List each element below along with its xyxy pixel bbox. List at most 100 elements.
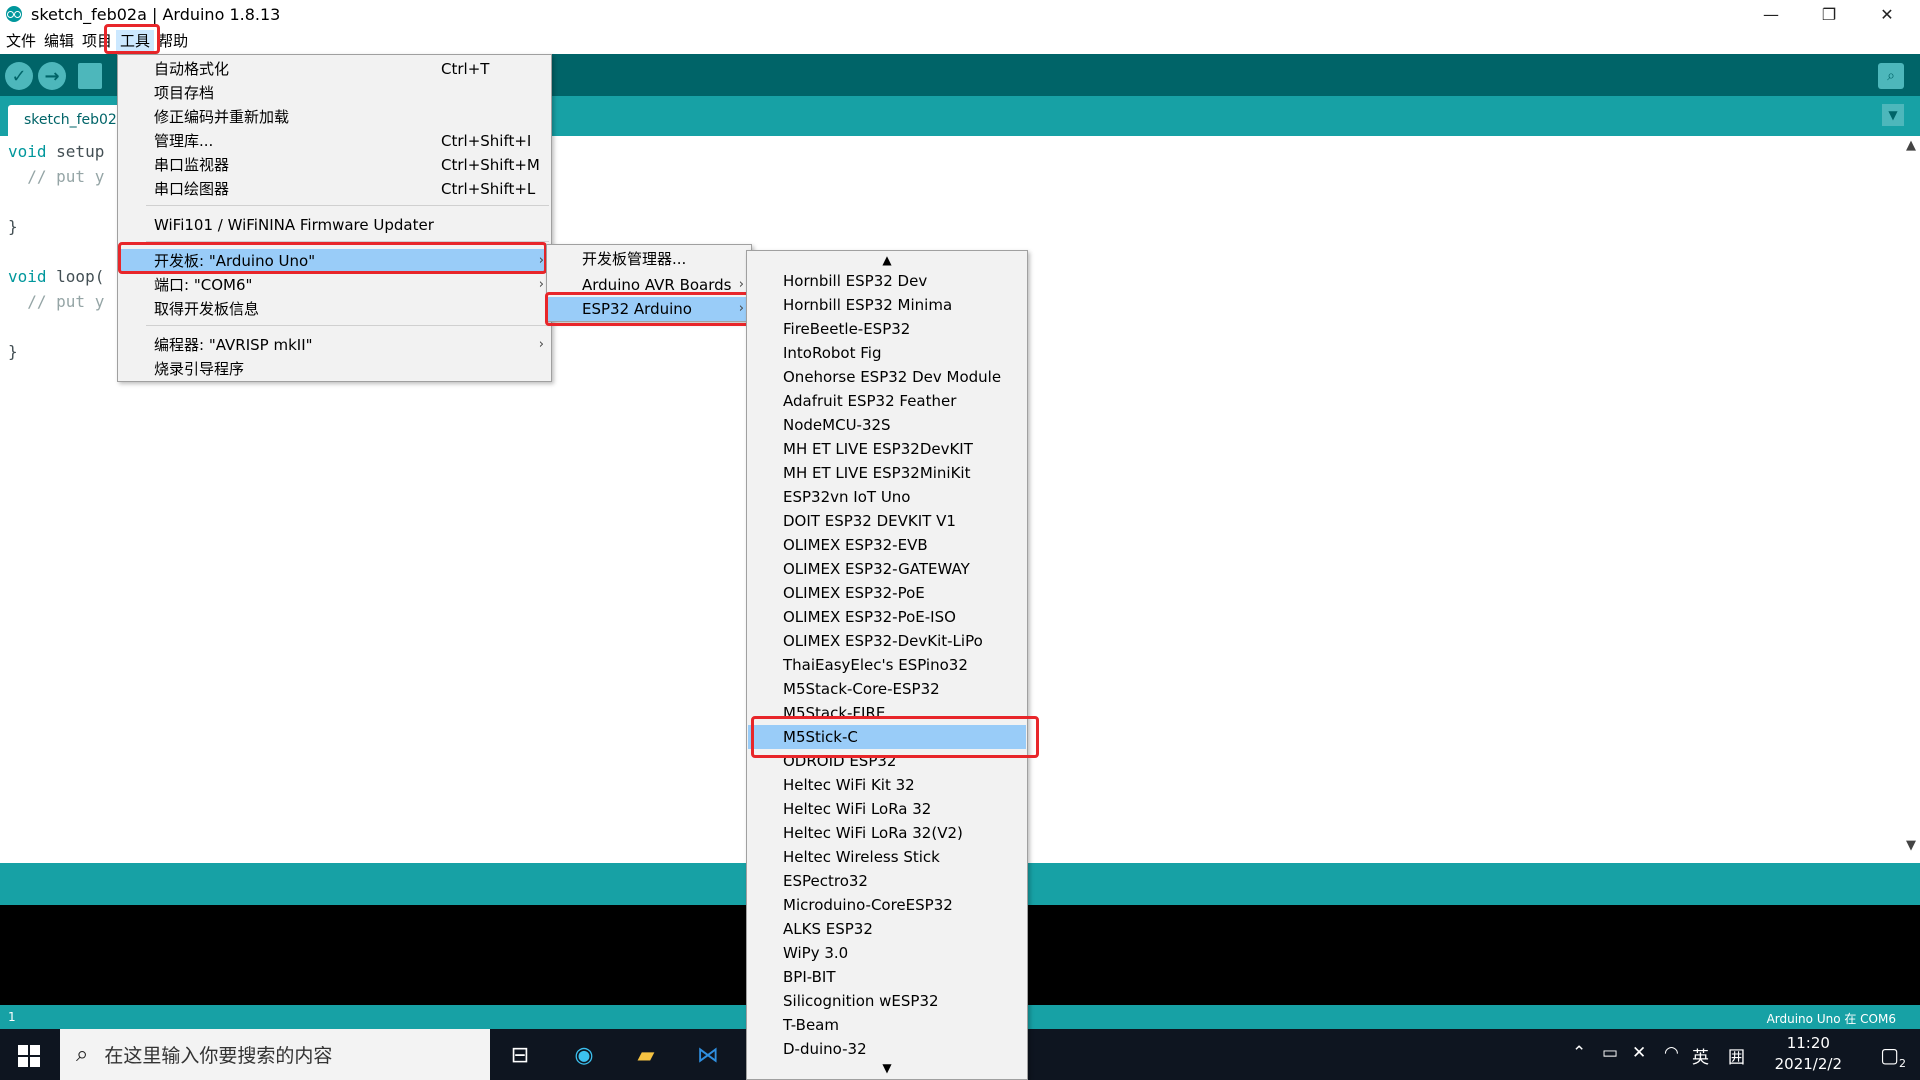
serial-monitor-button[interactable]: ⌕ (1878, 63, 1904, 89)
arduino-logo-icon (6, 6, 22, 22)
board-item[interactable]: T-Beam (748, 1013, 1026, 1037)
menu-item-serial-plotter[interactable]: 串口绘图器 Ctrl+Shift+L (119, 177, 550, 201)
volume-muted-icon[interactable]: ✕ (1632, 1043, 1646, 1063)
tray-expand-icon[interactable]: ⌃ (1572, 1043, 1586, 1063)
board-item[interactable]: ThaiEasyElec's ESPino32 (748, 653, 1026, 677)
menu-sketch[interactable]: 项目 (78, 30, 116, 52)
board-item[interactable]: BPI-BIT (748, 965, 1026, 989)
ime-mode-icon[interactable]: 囲 (1728, 1043, 1745, 1068)
menu-item-auto-format[interactable]: 自动格式化 Ctrl+T (119, 57, 550, 81)
tab-sketch[interactable]: sketch_feb02a (8, 105, 128, 136)
board-item[interactable]: Hornbill ESP32 Minima (748, 293, 1026, 317)
board-item[interactable]: M5Stack-Core-ESP32 (748, 677, 1026, 701)
board-item[interactable]: ODROID ESP32 (748, 749, 1026, 773)
scroll-up-arrow-icon[interactable]: ▲ (1906, 138, 1916, 153)
code-line: // put y (8, 292, 105, 311)
board-item[interactable]: Hornbill ESP32 Dev (748, 269, 1026, 293)
board-item[interactable]: Onehorse ESP32 Dev Module (748, 365, 1026, 389)
menu-help[interactable]: 帮助 (154, 30, 192, 52)
board-item[interactable]: MH ET LIVE ESP32MiniKit (748, 461, 1026, 485)
submenu-arrow-icon: › (538, 253, 544, 268)
board-item[interactable]: DOIT ESP32 DEVKIT V1 (748, 509, 1026, 533)
board-item[interactable]: IntoRobot Fig (748, 341, 1026, 365)
menu-item-programmer[interactable]: 编程器: "AVRISP mkII" › (119, 333, 550, 357)
board-item[interactable]: ALKS ESP32 (748, 917, 1026, 941)
scroll-down-arrow-icon[interactable]: ▼ (1906, 838, 1916, 853)
menu-bar: 文件 编辑 项目 工具 帮助 (0, 28, 1920, 54)
new-button[interactable] (78, 63, 102, 89)
menu-item-boards-manager[interactable]: 开发板管理器... (548, 247, 750, 271)
menu-item-firmware-updater[interactable]: WiFi101 / WiFiNINA Firmware Updater (119, 213, 550, 237)
board-item[interactable]: OLIMEX ESP32-PoE-ISO (748, 605, 1026, 629)
board-item[interactable]: Adafruit ESP32 Feather (748, 389, 1026, 413)
board-item[interactable]: OLIMEX ESP32-DevKit-LiPo (748, 629, 1026, 653)
menu-item-manage-libraries[interactable]: 管理库... Ctrl+Shift+I (119, 129, 550, 153)
menu-scroll-down-icon[interactable]: ▼ (747, 1061, 1027, 1075)
menu-item-port[interactable]: 端口: "COM6" › (119, 273, 550, 297)
submenu-arrow-icon: › (738, 301, 744, 316)
edge-browser-icon[interactable]: ◉ (568, 1039, 600, 1071)
title-bar: sketch_feb02a | Arduino 1.8.13 — ❐ ✕ (0, 0, 1920, 28)
board-submenu: 开发板管理器... Arduino AVR Boards › ESP32 Ardu… (546, 244, 752, 322)
minimize-button[interactable]: — (1742, 0, 1800, 28)
taskbar-clock[interactable]: 11:20 2021/2/2 (1775, 1033, 1842, 1075)
restore-button[interactable]: ❐ (1800, 0, 1858, 28)
clock-time: 11:20 (1786, 1034, 1830, 1052)
upload-button[interactable]: → (38, 62, 66, 90)
window-title: sketch_feb02a | Arduino 1.8.13 (31, 4, 281, 24)
esp32-board-list: ▲ Hornbill ESP32 Dev Hornbill ESP32 Mini… (746, 250, 1028, 1080)
tab-menu-button[interactable]: ▼ (1882, 104, 1904, 126)
menu-item-board-info[interactable]: 取得开发板信息 (119, 297, 550, 321)
wifi-icon[interactable]: ◠ (1664, 1043, 1679, 1063)
board-item[interactable]: M5Stack-FIRE (748, 701, 1026, 725)
menu-edit[interactable]: 编辑 (40, 30, 78, 52)
taskbar-search-box[interactable]: ⌕ 在这里输入你要搜索的内容 (60, 1029, 490, 1080)
board-item[interactable]: Microduino-CoreESP32 (748, 893, 1026, 917)
board-item[interactable]: NodeMCU-32S (748, 413, 1026, 437)
menu-tools[interactable]: 工具 (116, 30, 155, 52)
board-item[interactable]: OLIMEX ESP32-PoE (748, 581, 1026, 605)
menu-item-avr-boards[interactable]: Arduino AVR Boards › (548, 273, 750, 297)
menu-item-serial-monitor[interactable]: 串口监视器 Ctrl+Shift+M (119, 153, 550, 177)
line-number: 1 (8, 1010, 16, 1024)
board-port-status: Arduino Uno 在 COM6 (1766, 1012, 1896, 1026)
board-item[interactable]: D-duino-32 (748, 1037, 1026, 1061)
submenu-arrow-icon: › (538, 337, 544, 352)
board-item[interactable]: OLIMEX ESP32-GATEWAY (748, 557, 1026, 581)
menu-item-esp32-arduino[interactable]: ESP32 Arduino › (548, 297, 750, 321)
code-line: // put y (8, 167, 105, 186)
code-line: } (8, 217, 18, 236)
vscode-icon[interactable]: ⋈ (692, 1039, 724, 1071)
code-line: } (8, 342, 18, 361)
board-item[interactable]: WiPy 3.0 (748, 941, 1026, 965)
board-item[interactable]: Heltec WiFi Kit 32 (748, 773, 1026, 797)
board-item[interactable]: OLIMEX ESP32-EVB (748, 533, 1026, 557)
board-item[interactable]: ESP32vn IoT Uno (748, 485, 1026, 509)
menu-item-fix-encoding[interactable]: 修正编码并重新加载 (119, 105, 550, 129)
board-item[interactable]: Heltec WiFi LoRa 32 (748, 797, 1026, 821)
battery-icon[interactable]: ▭ (1602, 1043, 1618, 1063)
windows-start-icon[interactable] (18, 1045, 40, 1067)
menu-item-burn-bootloader[interactable]: 烧录引导程序 (119, 357, 550, 381)
menu-scroll-up-icon[interactable]: ▲ (747, 253, 1027, 267)
file-explorer-icon[interactable]: ▰ (630, 1039, 662, 1071)
board-item[interactable]: FireBeetle-ESP32 (748, 317, 1026, 341)
verify-button[interactable]: ✓ (5, 62, 33, 90)
board-item[interactable]: Heltec Wireless Stick (748, 845, 1026, 869)
board-item[interactable]: Silicognition wESP32 (748, 989, 1026, 1013)
clock-date: 2021/2/2 (1774, 1055, 1842, 1073)
board-item[interactable]: ESPectro32 (748, 869, 1026, 893)
board-item[interactable]: Heltec WiFi LoRa 32(V2) (748, 821, 1026, 845)
board-item-m5stick-c[interactable]: M5Stick-C (748, 725, 1026, 749)
close-button[interactable]: ✕ (1858, 0, 1916, 28)
board-item[interactable]: MH ET LIVE ESP32DevKIT (748, 437, 1026, 461)
notification-center-icon[interactable]: ▢2 (1880, 1043, 1906, 1070)
menu-item-board[interactable]: 开发板: "Arduino Uno" › (119, 249, 550, 273)
search-placeholder: 在这里输入你要搜索的内容 (104, 1045, 333, 1067)
ime-language[interactable]: 英 (1692, 1043, 1709, 1068)
menu-file[interactable]: 文件 (2, 30, 40, 52)
tools-menu: 自动格式化 Ctrl+T 项目存档 修正编码并重新加载 管理库... Ctrl+Sh… (117, 54, 552, 382)
menu-item-archive-sketch[interactable]: 项目存档 (119, 81, 550, 105)
menu-separator (146, 241, 549, 242)
task-view-icon[interactable]: ⊟ (504, 1039, 536, 1071)
